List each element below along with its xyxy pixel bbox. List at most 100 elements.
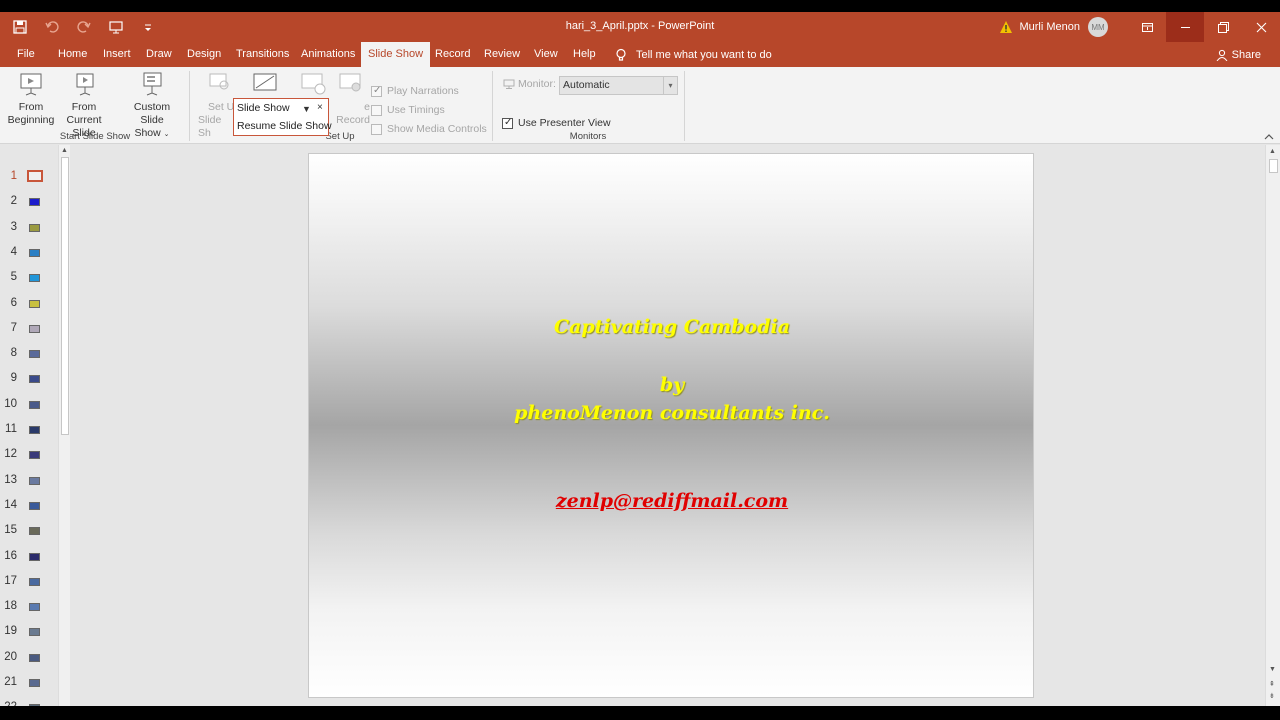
slide-thumbnail-image[interactable] — [29, 476, 40, 485]
previous-slide-icon[interactable]: ⇞ — [1269, 680, 1277, 688]
next-slide-icon[interactable]: ⇟ — [1269, 692, 1277, 700]
tab-help[interactable]: Help — [566, 42, 603, 67]
slide-thumbnail-image[interactable] — [29, 603, 40, 612]
slide-thumbnail-image[interactable] — [29, 274, 40, 283]
slide-thumbnail-image[interactable] — [29, 198, 40, 207]
slide-thumbnail[interactable]: 20 — [0, 648, 56, 668]
collapse-ribbon-icon[interactable] — [1264, 133, 1274, 141]
tell-me-search[interactable]: Tell me what you want to do — [614, 42, 772, 67]
scroll-thumb[interactable] — [1269, 159, 1278, 173]
slide-title[interactable]: Captivating Cambodia — [309, 316, 1035, 338]
slide-thumbnail[interactable]: 15 — [0, 521, 56, 541]
editor-scrollbar[interactable]: ▲ ▼ ⇞ ⇟ — [1265, 145, 1280, 706]
slide-thumbnail[interactable]: 12 — [0, 445, 56, 465]
slide-thumbnail-image[interactable] — [29, 400, 40, 409]
from-current-slide-button[interactable]: From Current Slide — [55, 71, 113, 140]
avatar[interactable]: MM — [1088, 17, 1108, 37]
slide-thumbnail[interactable]: 17 — [0, 572, 56, 592]
popup-dropdown-icon[interactable]: ▼ — [302, 104, 311, 114]
slide-thumbnail-image[interactable] — [27, 170, 43, 182]
slide-thumbnail-image[interactable] — [29, 375, 40, 384]
play-narrations-checkbox[interactable]: ✓ Play Narrations — [371, 85, 459, 97]
slide-thumbnail[interactable]: 10 — [0, 395, 56, 415]
slide-thumbnail-image[interactable] — [29, 552, 40, 561]
minimize-button[interactable] — [1166, 12, 1204, 42]
slide-thumbnail[interactable]: 13 — [0, 471, 56, 491]
tab-insert[interactable]: Insert — [96, 42, 138, 67]
slide-thumbnail[interactable]: 19 — [0, 622, 56, 642]
slide-thumbnail[interactable]: 18 — [0, 597, 56, 617]
monitor-icon — [503, 79, 515, 89]
close-button[interactable] — [1242, 12, 1280, 42]
slide-thumbnail[interactable]: 9 — [0, 369, 56, 389]
tab-review[interactable]: Review — [477, 42, 527, 67]
scroll-up-icon[interactable]: ▲ — [60, 147, 69, 155]
tab-transitions[interactable]: Transitions — [229, 42, 296, 67]
slide-thumbnail-image[interactable] — [29, 248, 40, 257]
ribbon-body: From Beginning From Current Slide Custom… — [0, 67, 1280, 144]
thumbnail-scrollbar[interactable]: ▲ — [58, 145, 70, 706]
resume-slide-show-item[interactable]: Resume Slide Show — [237, 120, 332, 132]
warning-icon[interactable] — [999, 20, 1013, 34]
show-media-controls-checkbox[interactable]: Show Media Controls — [371, 123, 487, 135]
slide-thumbnail-image[interactable] — [29, 577, 40, 586]
slide-thumbnail[interactable]: 1 — [0, 167, 56, 187]
tab-home[interactable]: Home — [51, 42, 94, 67]
slide-canvas[interactable]: Captivating Cambodia by phenoMenon consu… — [308, 153, 1034, 698]
slide-by[interactable]: by — [309, 374, 1035, 396]
slide-thumbnail-image[interactable] — [29, 299, 40, 308]
from-beginning-line1: From — [18, 101, 44, 113]
ribbon-display-options-button[interactable] — [1128, 12, 1166, 42]
slide-thumbnail[interactable]: 16 — [0, 547, 56, 567]
slide-thumbnail-image[interactable] — [29, 451, 40, 460]
scroll-up-icon[interactable]: ▲ — [1269, 148, 1277, 155]
slide-thumbnail-image[interactable] — [29, 628, 40, 637]
slide-thumbnail[interactable]: 3 — [0, 218, 56, 238]
slide-thumbnail-image[interactable] — [29, 223, 40, 232]
slide-thumbnail[interactable]: 21 — [0, 673, 56, 693]
powerpoint-window: hari_3_April.pptx - PowerPoint Murli Men… — [0, 12, 1280, 706]
tab-record[interactable]: Record — [428, 42, 477, 67]
from-current-line1: From — [71, 101, 97, 113]
slide-thumbnail[interactable]: 11 — [0, 420, 56, 440]
slide-thumbnail-image[interactable] — [29, 324, 40, 333]
set-up-slide-show-button[interactable]: Set U Slide Sh — [196, 71, 236, 140]
title-right-area: Murli Menon MM — [999, 12, 1280, 42]
slide-thumbnail[interactable]: 2 — [0, 192, 56, 212]
slide-thumbnail-image[interactable] — [29, 350, 40, 359]
slide-thumbnail[interactable]: 6 — [0, 294, 56, 314]
slide-thumbnail[interactable]: 7 — [0, 319, 56, 339]
scroll-thumb[interactable] — [61, 157, 69, 435]
slide-thumbnail[interactable]: 5 — [0, 268, 56, 288]
record-slide-show-button[interactable]: e Record — [328, 71, 370, 127]
tab-file[interactable]: File — [10, 42, 42, 67]
slide-thumbnail-image[interactable] — [29, 527, 40, 536]
slide-thumbnail-image[interactable] — [29, 653, 40, 662]
slide-company[interactable]: phenoMenon consultants inc. — [309, 402, 1035, 424]
slide-thumbnail[interactable]: 14 — [0, 496, 56, 516]
popup-close-icon[interactable]: × — [317, 102, 323, 113]
tab-draw[interactable]: Draw — [139, 42, 179, 67]
use-presenter-view-checkbox[interactable]: ✓ Use Presenter View — [502, 117, 611, 129]
tab-view[interactable]: View — [527, 42, 565, 67]
slide-thumbnail[interactable]: 22 — [0, 698, 56, 706]
user-name[interactable]: Murli Menon — [1019, 21, 1080, 33]
slide-thumbnail[interactable]: 4 — [0, 243, 56, 263]
slide-email-link[interactable]: zenlp@rediffmail.com — [309, 490, 1035, 512]
use-timings-checkbox[interactable]: Use Timings — [371, 104, 445, 116]
rehearse-icon — [301, 73, 326, 95]
scroll-down-icon[interactable]: ▼ — [1269, 666, 1277, 673]
slide-thumbnail-image[interactable] — [29, 426, 40, 434]
from-beginning-button[interactable]: From Beginning — [6, 71, 56, 127]
hide-slide-button[interactable] — [250, 71, 280, 101]
tab-design[interactable]: Design — [180, 42, 228, 67]
share-button[interactable]: Share — [1216, 42, 1261, 67]
slide-thumbnail[interactable]: 8 — [0, 344, 56, 364]
restore-button[interactable] — [1204, 12, 1242, 42]
tab-slide-show[interactable]: Slide Show — [361, 42, 431, 67]
monitor-select[interactable]: Automatic ▾ — [559, 76, 678, 95]
rehearse-timings-button[interactable] — [296, 71, 330, 101]
tab-animations[interactable]: Animations — [294, 42, 362, 67]
slide-thumbnail-image[interactable] — [29, 679, 40, 687]
slide-thumbnail-image[interactable] — [29, 501, 40, 510]
